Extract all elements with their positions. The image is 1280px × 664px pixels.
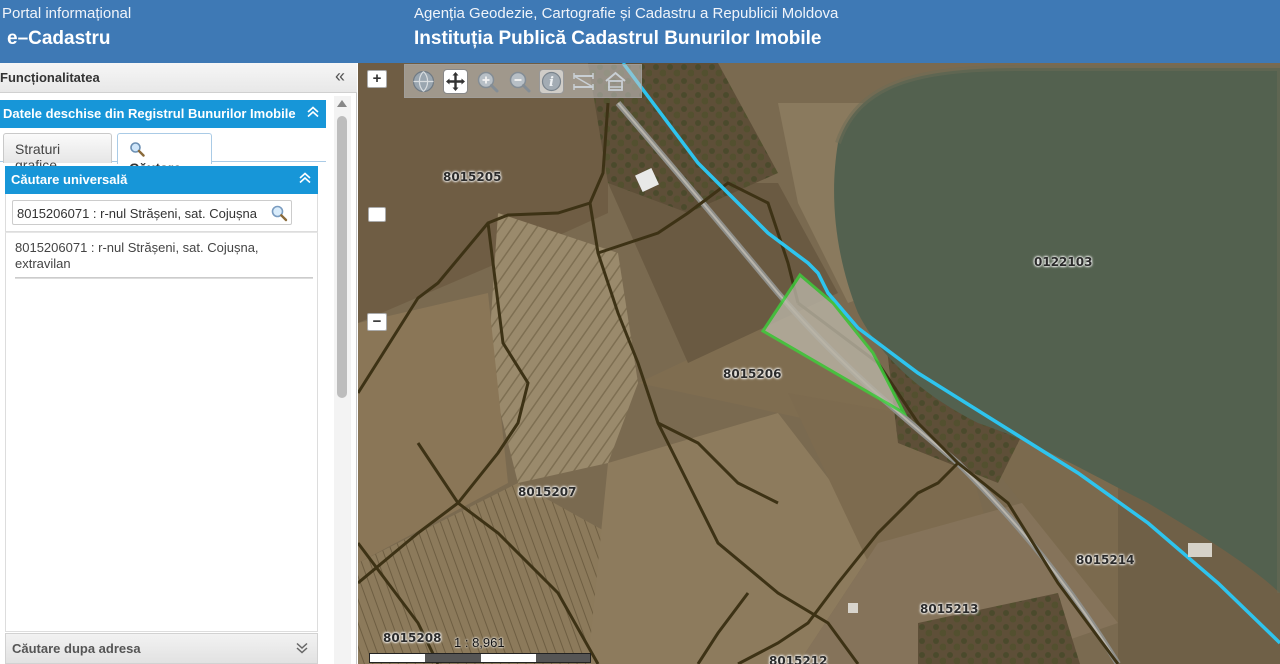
parcel-label[interactable]: 0122103 — [1034, 255, 1092, 269]
portal-label: Portal informațional — [2, 5, 132, 22]
scale-segment — [425, 654, 481, 662]
parcel-label[interactable]: 8015213 — [920, 602, 978, 616]
chevron-down-icon[interactable] — [295, 641, 309, 655]
zoom-in-button[interactable]: + — [367, 70, 387, 88]
parcel-label[interactable]: 8015212 — [769, 654, 827, 664]
address-search-header[interactable]: Căutare dupa adresa — [5, 633, 318, 664]
search-icon — [129, 141, 145, 160]
map-view[interactable]: + − i 8015205 0122103 8015206 8015207 80… — [358, 63, 1280, 664]
parcel-label[interactable]: 8015214 — [1076, 553, 1134, 567]
search-results: 8015206071 : r-nul Strășeni, sat. Cojușn… — [5, 232, 318, 632]
chevron-up-icon[interactable] — [298, 171, 312, 185]
pan-icon[interactable] — [443, 69, 468, 94]
satellite-map[interactable] — [358, 63, 1280, 664]
search-input[interactable]: 8015206071 : r-nul Strășeni, sat. Cojușn… — [12, 200, 292, 225]
tab-bar: Straturi grafice Căutare — [0, 128, 326, 176]
parcel-label[interactable]: 8015207 — [518, 485, 576, 499]
address-search-title: Căutare dupa adresa — [12, 641, 141, 656]
scroll-up-icon[interactable] — [337, 100, 347, 107]
chevron-up-icon[interactable] — [306, 105, 320, 119]
globe-icon[interactable] — [411, 69, 436, 94]
scale-bar — [369, 653, 591, 663]
search-icon[interactable] — [270, 204, 288, 225]
panel-scrollbar[interactable] — [334, 96, 351, 664]
functionality-panel: Funcționalitatea « Datele deschise din R… — [0, 63, 357, 664]
parcel-label[interactable]: 8015208 — [383, 631, 441, 645]
panel-title: Funcționalitatea — [0, 70, 100, 85]
section-title: Datele deschise din Registrul Bunurilor … — [3, 106, 296, 121]
zoom-out-button[interactable]: − — [367, 313, 387, 331]
home-icon[interactable] — [603, 69, 628, 94]
institution-title: Instituția Publică Cadastrul Bunurilor I… — [414, 28, 822, 49]
scale-ratio: 1 : 8,961 — [454, 635, 505, 650]
tab-search[interactable]: Căutare — [117, 133, 212, 176]
app-header: Portal informațional e–Cadastru Agenția … — [0, 0, 1280, 63]
parcel-label[interactable]: 8015205 — [443, 170, 501, 184]
brand-title[interactable]: e–Cadastru — [7, 28, 111, 50]
panel-header: Funcționalitatea « — [0, 63, 357, 93]
search-box-container: 8015206071 : r-nul Strășeni, sat. Cojușn… — [5, 194, 318, 232]
tab-graphic-layers[interactable]: Straturi grafice — [3, 133, 112, 173]
search-result-item[interactable]: 8015206071 : r-nul Strășeni, sat. Cojușn… — [15, 240, 307, 272]
universal-search-title: Căutare universală — [11, 172, 128, 187]
info-icon[interactable]: i — [539, 69, 564, 94]
measure-icon[interactable] — [571, 69, 596, 94]
agency-label: Agenția Geodezie, Cartografie și Cadastr… — [414, 5, 839, 22]
svg-text:i: i — [549, 75, 554, 90]
zoom-in-icon[interactable] — [475, 69, 500, 94]
parcel-label[interactable]: 8015206 — [723, 367, 781, 381]
open-data-section-header[interactable]: Datele deschise din Registrul Bunurilor … — [0, 100, 326, 128]
collapse-panel-icon[interactable]: « — [335, 66, 345, 87]
map-toolbar: i — [404, 64, 642, 98]
scale-segment — [536, 654, 590, 662]
universal-search-header[interactable]: Căutare universală — [5, 166, 318, 194]
divider — [15, 277, 313, 279]
zoom-out-icon[interactable] — [507, 69, 532, 94]
search-input-value[interactable]: 8015206071 : r-nul Strășeni, sat. Cojușn… — [17, 206, 269, 221]
scrollbar-thumb[interactable] — [337, 116, 347, 398]
zoom-slider-handle[interactable] — [368, 207, 386, 222]
